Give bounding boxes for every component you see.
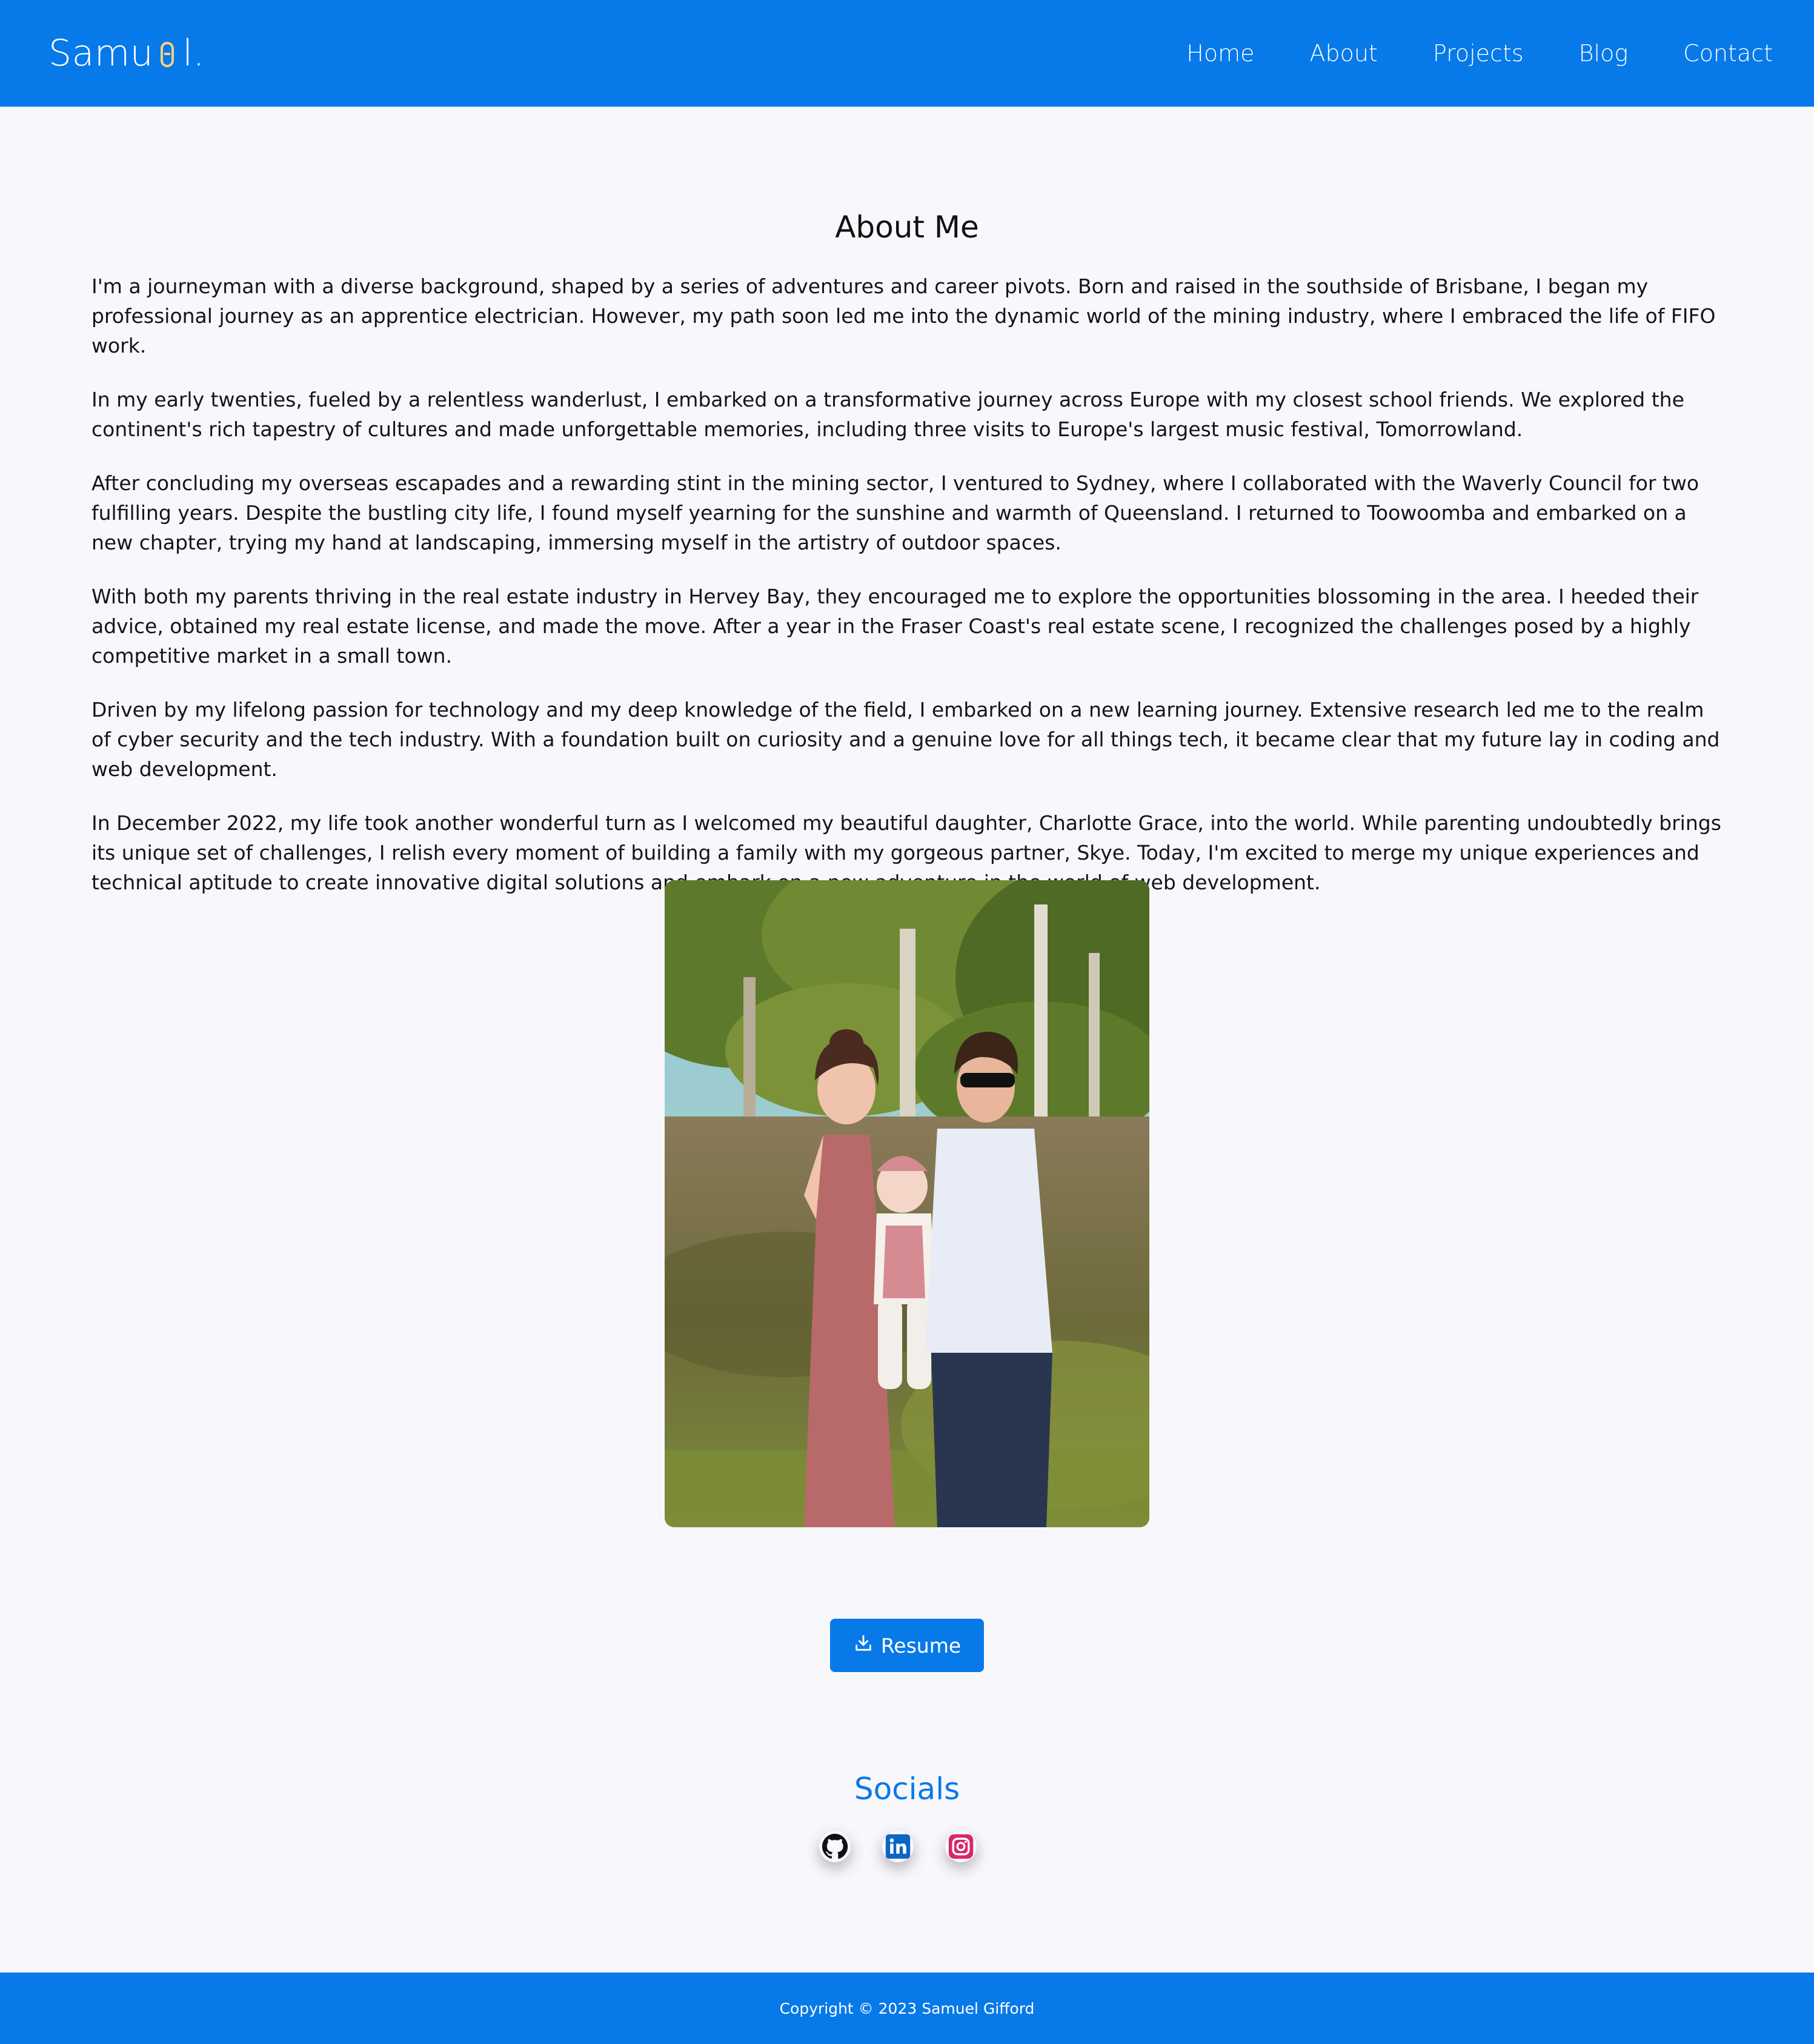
nav-contact[interactable]: Contact xyxy=(1683,40,1773,67)
brand-text-start: Samu xyxy=(48,32,154,75)
brand-logo[interactable]: Samu l. xyxy=(48,32,205,75)
download-icon xyxy=(853,1633,874,1658)
copyright-text: Copyright © 2023 Samuel Gifford xyxy=(779,1999,1035,2017)
about-paragraph-2: In my early twenties, fueled by a relent… xyxy=(91,388,1684,441)
about-paragraph-1: I'm a journeyman with a diverse backgrou… xyxy=(91,274,1716,357)
nav-projects[interactable]: Projects xyxy=(1433,40,1524,67)
resume-button[interactable]: Resume xyxy=(830,1619,984,1672)
brand-text-end: l. xyxy=(182,32,205,75)
github-icon[interactable] xyxy=(819,1831,851,1862)
resume-label: Resume xyxy=(880,1633,962,1657)
footer: Copyright © 2023 Samuel Gifford xyxy=(0,1973,1814,2044)
nav-home[interactable]: Home xyxy=(1186,40,1254,67)
about-paragraph-5: Driven by my lifelong passion for techno… xyxy=(91,698,1720,781)
linkedin-icon[interactable] xyxy=(882,1831,914,1862)
social-links xyxy=(819,1831,1001,1871)
navbar: Samu l. Home About Projects Blog Contact xyxy=(0,0,1814,107)
nav-about[interactable]: About xyxy=(1309,40,1377,67)
socials-title: Socials xyxy=(854,1771,960,1807)
family-photo xyxy=(665,880,1149,1527)
nav-links: Home About Projects Blog Contact xyxy=(1131,40,1773,67)
brand-e-glyph xyxy=(161,42,174,67)
instagram-icon[interactable] xyxy=(945,1831,977,1862)
about-paragraph-4: With both my parents thriving in the rea… xyxy=(91,585,1699,668)
nav-blog[interactable]: Blog xyxy=(1579,40,1629,67)
page-title: About Me xyxy=(835,210,979,245)
about-section: About Me I'm a journeyman with a diverse… xyxy=(91,107,1723,897)
about-paragraph-3: After concluding my overseas escapades a… xyxy=(91,471,1699,554)
